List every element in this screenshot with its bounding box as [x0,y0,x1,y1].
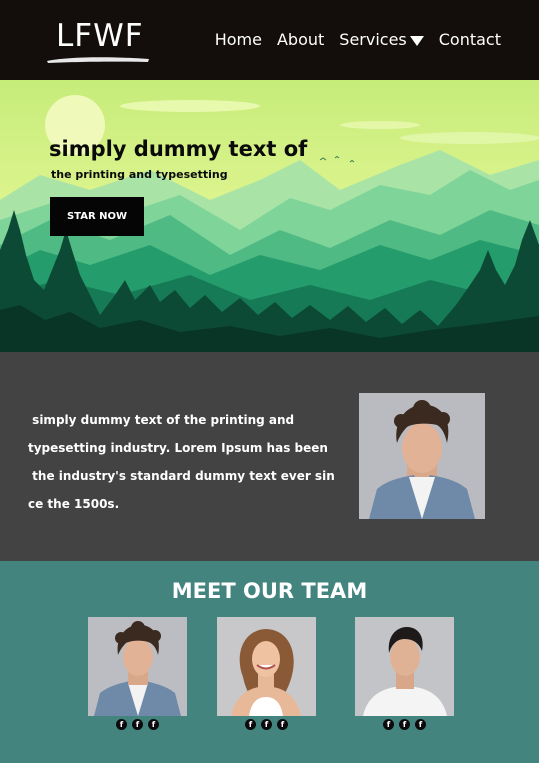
start-now-button[interactable]: STAR NOW [50,197,144,236]
hero-title: simply dummy text of [49,137,308,161]
facebook-icon[interactable]: f [399,719,410,730]
social-links: f f f [88,719,187,730]
about-line: ce the 1500s. [28,497,120,511]
about-line: simply dummy text of the printing and [28,413,295,427]
team-section: MEET OUR TEAM f f f f f f f f f [0,561,539,763]
team-member-photo [217,617,316,716]
social-links: f f f [355,719,454,730]
team-member-photo [355,617,454,716]
about-line: the industry's standard dummy text ever … [28,469,335,483]
facebook-icon[interactable]: f [132,719,143,730]
nav-home-link[interactable]: Home [215,30,262,49]
hero-banner: simply dummy text of the printing and ty… [0,80,539,352]
facebook-icon[interactable]: f [148,719,159,730]
nav-about-link[interactable]: About [277,30,324,49]
team-member-photo [88,617,187,716]
logo[interactable]: LFWF [46,18,150,64]
team-member-card: f f f [355,617,454,730]
facebook-icon[interactable]: f [415,719,426,730]
logo-brush-stroke [47,57,149,63]
facebook-icon[interactable]: f [245,719,256,730]
nav-services-dropdown[interactable]: Services [339,30,424,49]
caret-down-icon [409,35,424,46]
facebook-icon[interactable]: f [261,719,272,730]
nav-services-label: Services [339,30,407,49]
about-portrait-photo [359,393,485,519]
about-section: simply dummy text of the printing and ty… [0,352,539,561]
about-paragraph: simply dummy text of the printing and ty… [28,406,335,518]
nav-menu: Home About Services Contact [215,30,501,49]
team-member-card: f f f [217,617,316,730]
hero-subtitle: the printing and typesetting [51,168,228,181]
social-links: f f f [217,719,316,730]
navbar: LFWF Home About Services Contact [0,0,539,80]
team-title: MEET OUR TEAM [171,579,368,603]
about-line: typesetting industry. Lorem Ipsum has be… [28,441,328,455]
nav-contact-link[interactable]: Contact [439,30,501,49]
team-member-card: f f f [88,617,187,730]
facebook-icon[interactable]: f [277,719,288,730]
page: LFWF Home About Services Contact simply … [0,0,539,763]
logo-text: LFWF [56,18,144,54]
facebook-icon[interactable]: f [116,719,127,730]
facebook-icon[interactable]: f [383,719,394,730]
